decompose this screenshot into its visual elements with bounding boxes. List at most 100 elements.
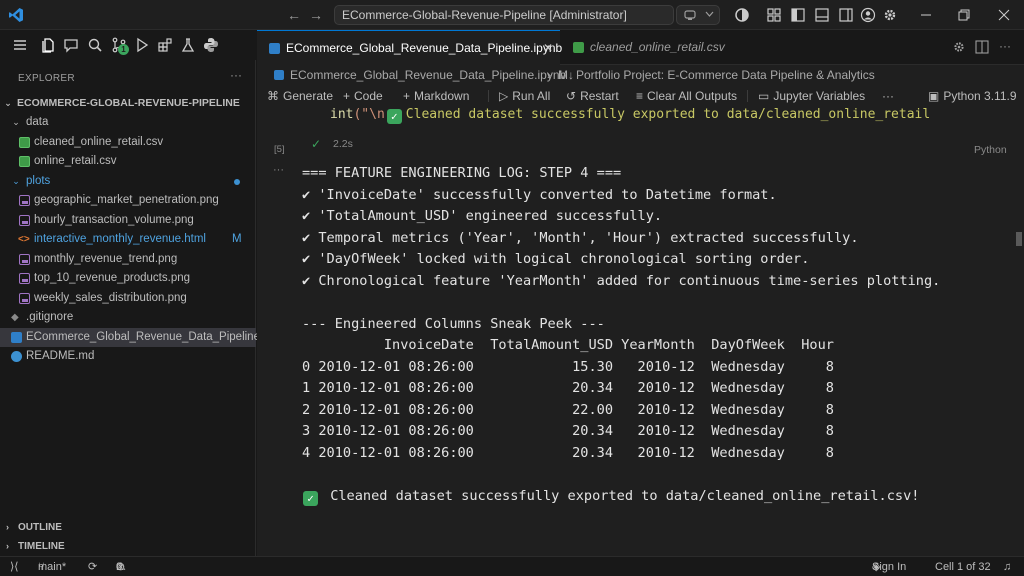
python-icon[interactable] <box>203 37 219 53</box>
back-arrow-icon[interactable]: ← <box>287 7 301 23</box>
csv-file-icon <box>19 156 30 167</box>
breadcrumb-separator: › <box>547 68 551 82</box>
export-success-line: ✓ Cleaned dataset successfully exported … <box>303 486 919 507</box>
activity-bar: 1 <box>0 30 256 60</box>
cell-status-row: [5] ✓ 2.2s Python <box>257 134 1024 156</box>
tab-notebook[interactable]: ECommerce_Global_Revenue_Data_Pipeline.i… <box>257 30 562 66</box>
plus-icon: + <box>403 89 411 103</box>
output-line: ✔ 'TotalAmount_USD' engineered successfu… <box>302 208 663 224</box>
copilot-button[interactable] <box>676 5 720 25</box>
file-weekly-sales-distribution[interactable]: weekly_sales_distribution.png <box>0 289 256 308</box>
cell-language[interactable]: Python <box>974 140 1007 160</box>
image-file-icon <box>19 293 30 304</box>
markdown-icon: M↓ <box>558 68 574 82</box>
minimize-icon[interactable] <box>918 7 934 23</box>
file-top-10-revenue-products[interactable]: top_10_revenue_products.png <box>0 269 256 288</box>
settings-gear-icon[interactable] <box>882 7 898 23</box>
image-file-icon <box>19 215 30 226</box>
editor-area: ECommerce_Global_Revenue_Data_Pipeline.i… <box>257 30 1024 556</box>
close-icon[interactable] <box>996 7 1012 23</box>
chat-icon[interactable] <box>63 37 79 53</box>
timeline-section[interactable]: › TIMELINE <box>0 537 256 556</box>
execution-count: [5] <box>274 144 285 155</box>
remote-indicator-icon[interactable]: ⟩⟨ <box>10 557 19 576</box>
breadcrumb-section[interactable]: Portfolio Project: E-Commerce Data Pipel… <box>576 65 875 85</box>
output-line: === FEATURE ENGINEERING LOG: STEP 4 === <box>302 165 622 181</box>
restore-icon[interactable] <box>956 7 972 23</box>
source-control-icon[interactable]: 1 <box>111 37 129 55</box>
testing-icon[interactable] <box>180 37 196 53</box>
outline-section[interactable]: › OUTLINE <box>0 518 256 537</box>
file-monthly-revenue-trend[interactable]: monthly_revenue_trend.png <box>0 250 256 269</box>
plus-icon: + <box>343 89 351 103</box>
vscode-logo-icon <box>8 7 24 23</box>
notebook-settings-icon[interactable] <box>952 40 966 54</box>
extensions-icon[interactable] <box>157 37 173 53</box>
command-center-search[interactable]: ECommerce-Global-Revenue-Pipeline [Admin… <box>334 5 674 25</box>
toggle-secondary-sidebar-icon[interactable] <box>838 7 854 23</box>
menu-icon[interactable] <box>12 37 28 53</box>
cell-position-indicator[interactable]: Cell 1 of 32 <box>935 557 991 576</box>
clear-all-icon: ≡ <box>636 89 644 103</box>
notifications-bell-icon[interactable]: ♫ <box>1003 557 1011 576</box>
close-tab-icon[interactable]: ✕ <box>543 31 553 66</box>
git-file-icon: ◆ <box>11 312 19 323</box>
search-icon[interactable] <box>87 37 103 53</box>
success-check-icon: ✓ <box>311 137 322 151</box>
folder-plots[interactable]: ⌄ plots <box>0 172 256 191</box>
explorer-more-button[interactable]: ··· <box>230 68 242 82</box>
workspace-root[interactable]: ⌄ ECOMMERCE-GLOBAL-REVENUE-PIPELINE <box>0 94 256 113</box>
file-gitignore[interactable]: ◆ .gitignore <box>0 308 256 327</box>
csv-file-icon <box>573 42 584 53</box>
accounts-shield-icon[interactable] <box>734 7 750 23</box>
chevron-down-icon: ⌄ <box>4 98 12 108</box>
forward-arrow-icon[interactable]: → <box>309 7 323 23</box>
table-row: 1 2010-12-01 08:26:00 20.34 2010-12 Wedn… <box>302 380 834 396</box>
tabs-more-button[interactable]: ··· <box>999 40 1013 54</box>
file-notebook[interactable]: ECommerce_Global_Revenue_Data_Pipeline..… <box>0 328 270 347</box>
account-icon[interactable] <box>860 7 876 23</box>
output-line: ✔ Chronological feature 'YearMonth' adde… <box>302 272 941 289</box>
breadcrumb-file[interactable]: ECommerce_Global_Revenue_Data_Pipeline.i… <box>290 65 566 85</box>
sync-icon[interactable]: ⟳ <box>88 557 97 576</box>
image-file-icon <box>19 273 30 284</box>
toggle-sidebar-icon[interactable] <box>790 7 806 23</box>
output-line: ✔ Temporal metrics ('Year', 'Month', 'Ho… <box>302 229 859 246</box>
file-readme[interactable]: README.md <box>0 347 256 366</box>
run-debug-icon[interactable] <box>134 37 150 53</box>
file-cleaned-online-retail-csv[interactable]: cleaned_online_retail.csv <box>0 133 256 152</box>
source-control-badge: 1 <box>118 44 129 55</box>
tab-cleaned-csv[interactable]: cleaned_online_retail.csv <box>561 30 731 65</box>
image-file-icon <box>19 254 30 265</box>
explorer-icon[interactable] <box>40 37 56 53</box>
file-geographic-market-penetration[interactable]: geographic_market_penetration.png <box>0 191 256 210</box>
modified-dot-icon <box>234 179 240 185</box>
table-row: 0 2010-12-01 08:26:00 15.30 2010-12 Wedn… <box>302 358 834 375</box>
chevron-right-icon: › <box>6 541 9 551</box>
file-hourly-transaction-volume[interactable]: hourly_transaction_volume.png <box>0 211 256 230</box>
file-interactive-monthly-revenue[interactable]: <> interactive_monthly_revenue.html M <box>0 230 256 249</box>
restart-icon: ↺ <box>566 89 577 103</box>
layout-icon[interactable] <box>766 7 782 23</box>
notebook-file-icon <box>274 70 284 80</box>
output-more-button[interactable]: ··· <box>273 164 284 176</box>
explorer-sidebar: EXPLORER ··· ⌄ ECOMMERCE-GLOBAL-REVENUE-… <box>0 60 270 556</box>
chevron-down-icon: ⌄ <box>12 176 20 186</box>
file-online-retail-csv[interactable]: online_retail.csv <box>0 152 256 171</box>
folder-data[interactable]: ⌄ data <box>0 113 256 132</box>
code-cell-line[interactable]: int("\n ✓ Cleaned dataset successfully exp… <box>257 104 1024 126</box>
csv-file-icon <box>19 137 30 148</box>
split-editor-icon[interactable] <box>975 40 989 54</box>
chevron-down-icon: ⌄ <box>12 117 20 127</box>
output-line: ✔ 'InvoiceDate' successfully converted t… <box>302 186 777 203</box>
run-all-icon: ▷ <box>499 89 509 103</box>
toggle-panel-icon[interactable] <box>814 7 830 23</box>
sparkle-icon: ⌘ <box>267 89 279 103</box>
breadcrumb: ECommerce_Global_Revenue_Data_Pipeline.i… <box>257 65 1024 85</box>
table-row: 4 2010-12-01 08:26:00 20.34 2010-12 Wedn… <box>302 444 834 461</box>
editor-scrollbar[interactable] <box>1016 232 1022 246</box>
check-mark-icon: ✓ <box>386 109 402 124</box>
title-bar: ← → ECommerce-Global-Revenue-Pipeline [A… <box>0 0 1024 30</box>
variables-icon: ▭ <box>758 89 770 103</box>
html-file-icon: <> <box>18 234 30 245</box>
